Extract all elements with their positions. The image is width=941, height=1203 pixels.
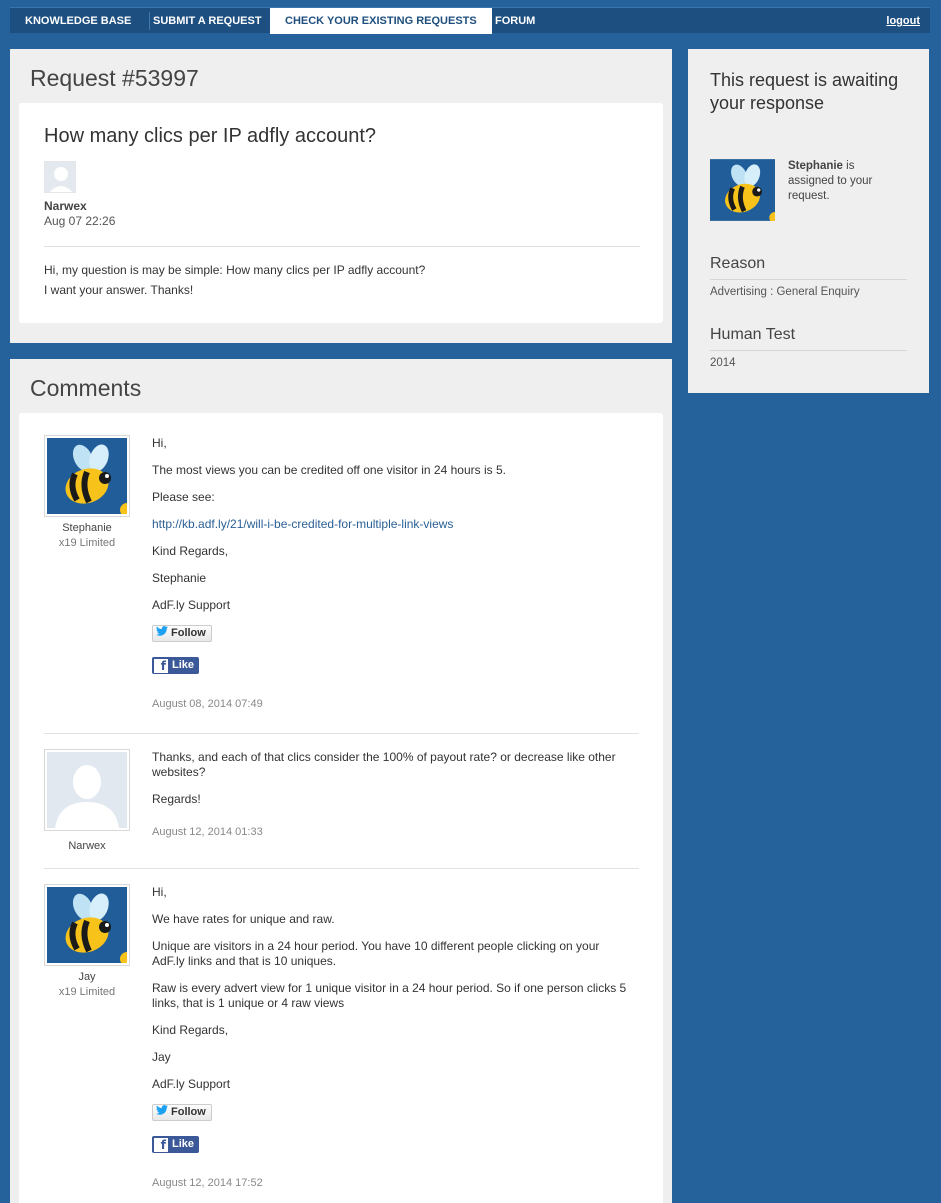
- divider: [44, 868, 639, 869]
- comment-line: Kind Regards,: [152, 544, 229, 558]
- comment-line: Kind Regards,: [152, 1023, 229, 1037]
- request-body-line: I want your answer. Thanks!: [44, 283, 194, 297]
- facebook-like-button[interactable]: f Like: [152, 1136, 200, 1153]
- kb-link[interactable]: http://kb.adf.ly/21/will-i-be-credited-f…: [152, 517, 632, 532]
- comment-line: Hi,: [152, 885, 167, 899]
- facebook-icon: f: [154, 1137, 168, 1152]
- comment-line: Raw is every advert view for 1 unique vi…: [152, 981, 627, 1010]
- facebook-like-button[interactable]: f Like: [152, 657, 200, 674]
- logout-link[interactable]: logout: [886, 8, 920, 34]
- comments-title: Comments: [30, 375, 142, 401]
- comment-avatar: [44, 884, 130, 966]
- comment-line: Please see:: [152, 490, 215, 504]
- comment-date: August 08, 2014 07:49: [152, 698, 263, 710]
- human-test-value: 2014: [710, 357, 736, 369]
- request-card: How many clics per IP adfly account? Nar…: [19, 103, 663, 323]
- request-panel: Request #53997 How many clics per IP adf…: [10, 49, 672, 343]
- comment-author: Narwex: [68, 840, 106, 852]
- default-user-avatar: [47, 752, 127, 828]
- comment-line: Stephanie: [152, 571, 207, 585]
- nav-check-requests[interactable]: CHECK YOUR EXISTING REQUESTS: [270, 8, 492, 34]
- comment-avatar: [44, 749, 130, 831]
- reason-value: Advertising : General Enquiry: [710, 286, 860, 298]
- comment-line: AdF.ly Support: [152, 1077, 231, 1091]
- bee-avatar: [47, 887, 127, 963]
- divider: [710, 350, 907, 351]
- request-title: Request #53997: [30, 65, 199, 91]
- divider: [44, 733, 639, 734]
- like-label: Like: [172, 659, 195, 671]
- assignee-avatar: [710, 159, 775, 221]
- comment-line: Regards!: [152, 792, 201, 806]
- twitter-follow-button[interactable]: Follow: [152, 1104, 212, 1121]
- comment-line: Thanks, and each of that clics consider …: [152, 750, 616, 779]
- comment-author: Jay: [78, 971, 96, 983]
- comment-org: x19 Limited: [58, 986, 116, 998]
- comment-line: The most views you can be credited off o…: [152, 463, 506, 477]
- comment-author: Stephanie: [62, 522, 112, 534]
- request-body-line: Hi, my question is may be simple: How ma…: [44, 263, 426, 277]
- human-test-label: Human Test: [710, 326, 796, 343]
- divider: [44, 246, 640, 247]
- nav-knowledge-base[interactable]: KNOWLEDGE BASE: [10, 8, 146, 34]
- comment-line: We have rates for unique and raw.: [152, 912, 335, 926]
- comment-date: August 12, 2014 17:52: [152, 1177, 263, 1189]
- divider: [710, 279, 907, 280]
- comment-avatar: [44, 435, 130, 517]
- request-author: Narwex: [44, 199, 87, 213]
- requester-avatar: [44, 161, 76, 193]
- like-label: Like: [172, 1138, 195, 1150]
- assignment-text: Stephanie is assigned to your request.: [788, 159, 898, 204]
- comment-line: Unique are visitors in a 24 hour period.…: [152, 939, 600, 968]
- comment-date: August 12, 2014 01:33: [152, 826, 263, 838]
- twitter-bird-icon: [156, 626, 168, 641]
- sidebar-panel: This request is awaiting your response S…: [688, 49, 929, 393]
- comment-line: Hi,: [152, 436, 167, 450]
- comment-line: AdF.ly Support: [152, 598, 231, 612]
- top-nav: KNOWLEDGE BASE SUBMIT A REQUEST CHECK YO…: [10, 7, 930, 34]
- nav-forum[interactable]: FORUM: [480, 8, 550, 34]
- comment-line: Jay: [152, 1050, 171, 1064]
- facebook-icon: f: [154, 658, 168, 673]
- request-subject: How many clics per IP adfly account?: [44, 125, 377, 147]
- follow-label: Follow: [171, 1106, 206, 1118]
- comment-org: x19 Limited: [58, 537, 116, 549]
- follow-label: Follow: [171, 627, 206, 639]
- request-status: This request is awaiting your response: [710, 70, 899, 113]
- request-date: Aug 07 22:26: [44, 214, 116, 228]
- bee-avatar: [47, 438, 127, 514]
- assignee-name: Stephanie: [788, 160, 843, 172]
- twitter-bird-icon: [156, 1105, 168, 1120]
- twitter-follow-button[interactable]: Follow: [152, 625, 212, 642]
- nav-submit-request[interactable]: SUBMIT A REQUEST: [138, 8, 277, 34]
- reason-label: Reason: [710, 255, 766, 272]
